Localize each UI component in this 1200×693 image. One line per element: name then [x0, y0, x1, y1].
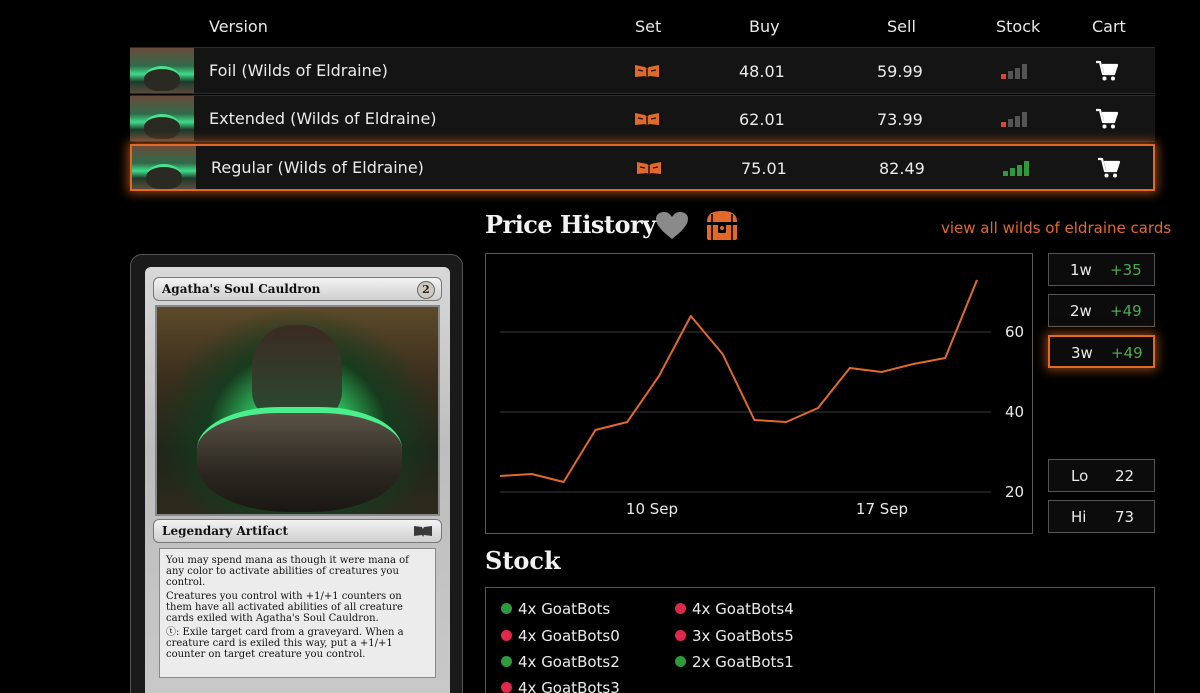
card-name: Agatha's Soul Cauldron [162, 282, 321, 296]
sell-price: 82.49 [879, 159, 925, 178]
status-dot-icon [675, 656, 686, 667]
status-dot-icon [501, 682, 512, 693]
card-image: Agatha's Soul Cauldron 2 Legendary Artif… [130, 254, 463, 693]
rules-paragraph: ⓣ: Exile target card from a graveyard. W… [166, 627, 404, 660]
seller-item[interactable]: 4x GoatBots2 [501, 653, 620, 671]
header-set: Set [635, 17, 662, 36]
price-history-chart: 20 40 60 10 Sep 17 Sep [485, 253, 1033, 534]
header-cart: Cart [1092, 17, 1126, 36]
version-label: Regular (Wilds of Eldraine) [211, 158, 424, 177]
seller-item[interactable]: 4x GoatBots [501, 600, 610, 618]
x-tick-label: 17 Sep [856, 500, 908, 518]
seller-item[interactable]: 4x GoatBots3 [501, 679, 620, 693]
seller-item[interactable]: 4x GoatBots0 [501, 627, 620, 645]
card-frame: Agatha's Soul Cauldron 2 Legendary Artif… [145, 267, 450, 693]
card-thumbnail [130, 48, 194, 93]
heart-icon[interactable] [655, 211, 689, 245]
y-tick-label: 40 [1005, 403, 1024, 421]
seller-label: 4x GoatBots2 [518, 653, 620, 671]
table-header: Version Set Buy Sell Stock Cart [130, 0, 1155, 46]
seller-label: 3x GoatBots5 [692, 627, 794, 645]
version-row-regular[interactable]: Regular (Wilds of Eldraine) 75.01 82.49 [130, 144, 1155, 191]
range-label: 3w [1071, 344, 1093, 362]
cart-icon[interactable] [1097, 157, 1121, 183]
set-icon [633, 111, 661, 131]
high-label: Hi [1071, 508, 1087, 526]
header-buy: Buy [749, 17, 780, 36]
high-value: 73 [1115, 508, 1135, 526]
status-dot-icon [675, 603, 686, 614]
range-change: +49 [1110, 302, 1142, 320]
version-label: Extended (Wilds of Eldraine) [209, 109, 437, 128]
header-version: Version [209, 17, 268, 36]
set-icon [633, 63, 661, 83]
stock-signal-icon [1000, 63, 1028, 83]
cart-icon[interactable] [1095, 60, 1119, 86]
range-button-3w[interactable]: 3w +49 [1048, 335, 1155, 368]
seller-label: 4x GoatBots4 [692, 600, 794, 618]
set-icon [635, 160, 663, 180]
low-value: 22 [1115, 467, 1135, 485]
card-art [155, 305, 440, 516]
witch-figure [252, 325, 342, 420]
seller-label: 4x GoatBots [518, 600, 611, 618]
y-tick-label: 60 [1005, 323, 1024, 341]
card-thumbnail [132, 146, 196, 189]
range-label: 2w [1070, 302, 1092, 320]
price-history-title: Price History [485, 210, 656, 239]
seller-item[interactable]: 2x GoatBots1 [675, 653, 794, 671]
header-sell: Sell [887, 17, 916, 36]
set-symbol-icon [414, 526, 432, 537]
header-stock: Stock [996, 17, 1041, 36]
chart-svg: 20 40 60 10 Sep 17 Sep [499, 279, 1024, 518]
version-row-extended[interactable]: Extended (Wilds of Eldraine) 62.01 73.99 [130, 95, 1155, 142]
seller-item[interactable]: 3x GoatBots5 [675, 627, 794, 645]
version-row-foil[interactable]: Foil (Wilds of Eldraine) 48.01 59.99 [130, 47, 1155, 94]
stock-signal-icon [1000, 111, 1028, 131]
y-tick-label: 20 [1005, 483, 1024, 501]
card-rules-text: You may spend mana as though it were man… [159, 548, 436, 678]
status-dot-icon [501, 603, 512, 614]
stock-list: 4x GoatBots 4x GoatBots0 4x GoatBots2 4x… [485, 587, 1155, 693]
high-price-box: Hi 73 [1048, 500, 1155, 533]
price-line [499, 279, 978, 483]
status-dot-icon [675, 630, 686, 641]
range-change: +49 [1111, 344, 1143, 362]
status-dot-icon [501, 656, 512, 667]
buy-price: 75.01 [741, 159, 787, 178]
treasure-chest-icon[interactable] [704, 210, 740, 246]
rules-paragraph: You may spend mana as though it were man… [166, 555, 409, 588]
card-thumbnail [130, 96, 194, 141]
x-tick-label: 10 Sep [626, 500, 678, 518]
seller-label: 4x GoatBots0 [518, 627, 620, 645]
range-button-2w[interactable]: 2w +49 [1048, 294, 1155, 327]
mana-cost-icon: 2 [417, 281, 435, 299]
range-label: 1w [1070, 261, 1092, 279]
card-name-bar: Agatha's Soul Cauldron 2 [153, 277, 442, 301]
range-change: +35 [1110, 261, 1142, 279]
low-label: Lo [1071, 467, 1089, 485]
cart-icon[interactable] [1095, 108, 1119, 134]
stock-signal-icon [1002, 160, 1030, 180]
version-label: Foil (Wilds of Eldraine) [209, 61, 388, 80]
card-type-line: Legendary Artifact [153, 519, 442, 543]
card-type: Legendary Artifact [162, 524, 288, 538]
range-button-1w[interactable]: 1w +35 [1048, 253, 1155, 286]
view-all-set-link[interactable]: view all wilds of eldraine cards [941, 219, 1171, 237]
cauldron [197, 407, 402, 512]
low-price-box: Lo 22 [1048, 459, 1155, 492]
rules-paragraph: Creatures you control with +1/+1 counter… [166, 591, 403, 624]
seller-label: 2x GoatBots1 [692, 653, 794, 671]
sell-price: 59.99 [877, 62, 923, 81]
seller-label: 4x GoatBots3 [518, 679, 620, 693]
stock-title: Stock [485, 546, 561, 575]
sell-price: 73.99 [877, 110, 923, 129]
buy-price: 62.01 [739, 110, 785, 129]
buy-price: 48.01 [739, 62, 785, 81]
seller-item[interactable]: 4x GoatBots4 [675, 600, 794, 618]
status-dot-icon [501, 630, 512, 641]
